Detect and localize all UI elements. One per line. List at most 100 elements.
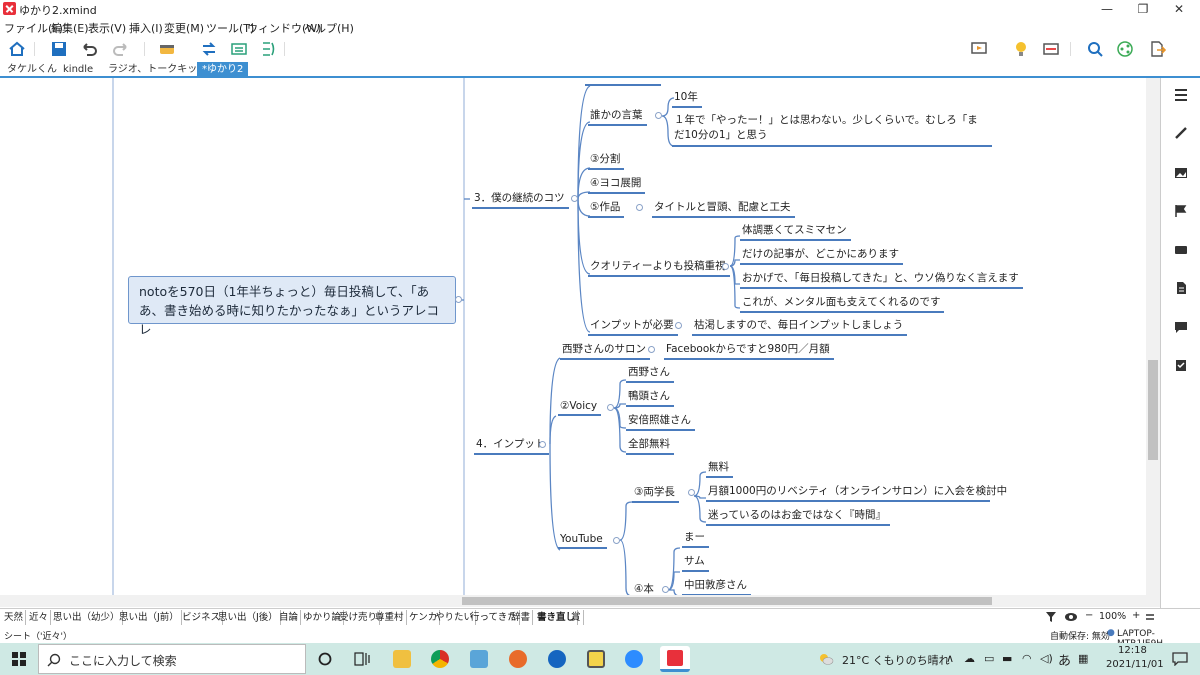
save-icon[interactable]	[50, 40, 68, 58]
topic-ryogaku-child[interactable]: 迷っているのはお金ではなく『時間』	[706, 507, 890, 526]
comment-icon[interactable]	[1174, 320, 1188, 334]
topic-input-need-detail[interactable]: 枯渇しますので、毎日インプットしましょう	[692, 317, 908, 336]
weather-icon[interactable]	[818, 652, 834, 666]
topic-bunkatsu[interactable]: ③分割	[588, 151, 625, 170]
topic-10nen[interactable]: 10年	[672, 89, 702, 108]
menu-help[interactable]: ヘルプ(H)	[304, 20, 354, 36]
collapse-toggle[interactable]	[607, 404, 614, 411]
topic-nishino[interactable]: 西野さんのサロン	[560, 341, 650, 360]
topic-hon-child[interactable]: まー	[682, 529, 709, 548]
menu-view[interactable]: 表示(V)	[88, 20, 126, 36]
cortana-icon[interactable]	[318, 652, 332, 666]
topic-branch4[interactable]: 4．インプット	[474, 436, 550, 455]
topic-ryogaku-child[interactable]: 無料	[706, 459, 733, 478]
label-icon[interactable]	[1174, 243, 1188, 257]
collapse-toggle[interactable]	[571, 195, 578, 202]
mindmap-canvas[interactable]: notoを570日（1年半ちょっと）毎日投稿して、「ああ、書き始める時に知りたか…	[0, 78, 1160, 608]
sheet-tab[interactable]: 思い出（幼少）	[51, 610, 123, 625]
topic-voicy[interactable]: ②Voicy	[558, 400, 602, 416]
file-explorer-icon[interactable]	[393, 650, 411, 668]
sheet-tab[interactable]: 天然	[2, 610, 27, 625]
topic-hon-child[interactable]: サム	[682, 553, 709, 572]
menu-insert[interactable]: 挿入(I)	[129, 20, 163, 36]
sheet-tab[interactable]: 思い出（J前）	[117, 610, 182, 625]
collapse-toggle[interactable]	[688, 489, 695, 496]
clock-date[interactable]: 2021/11/01	[1106, 659, 1164, 670]
summary-icon[interactable]	[260, 40, 278, 58]
topic-nishino-detail[interactable]: Facebookからですと980円／月額	[664, 341, 834, 360]
close-tab-icon[interactable]: ✕	[250, 64, 258, 75]
topic-voicy-child[interactable]: 安倍照雄さん	[626, 412, 695, 431]
topic-quality-child[interactable]: おかげで、「毎日投稿してきた」と、ウソ偽りなく言えます	[740, 270, 1023, 289]
topic-voicy-child[interactable]: 西野さん	[626, 364, 674, 383]
battery-icon[interactable]: ▬	[1002, 652, 1012, 665]
tray-chevron-icon[interactable]: ∧	[946, 652, 954, 665]
device-tray-icon[interactable]: ▭	[984, 652, 994, 665]
format-list-icon[interactable]	[1174, 88, 1188, 102]
presentation-icon[interactable]	[970, 40, 988, 58]
doc-tab[interactable]: kindle	[58, 62, 98, 78]
taskbar-search-box[interactable]: ここに入力して検索	[38, 644, 306, 674]
close-window-button[interactable]: ✕	[1156, 0, 1200, 18]
horizontal-scroll-thumb[interactable]	[462, 597, 992, 605]
topic-style-icon[interactable]	[158, 40, 176, 58]
collapse-toggle[interactable]	[648, 346, 655, 353]
filter-icon[interactable]	[1046, 612, 1056, 622]
vertical-scroll-thumb[interactable]	[1148, 360, 1158, 460]
sticky-notes-icon[interactable]	[587, 650, 605, 668]
collapse-toggle[interactable]	[655, 112, 662, 119]
app-icon[interactable]	[470, 650, 488, 668]
zoom-out-button[interactable]: −	[1085, 610, 1093, 621]
collapse-toggle[interactable]	[662, 586, 669, 593]
collapse-toggle[interactable]	[539, 441, 546, 448]
topic-ryogaku[interactable]: ③両学長	[632, 484, 679, 503]
topic-voicy-child[interactable]: 全部無料	[626, 436, 674, 455]
boundary-icon[interactable]	[230, 40, 248, 58]
menu-edit[interactable]: 編集(E)	[51, 20, 89, 36]
vertical-scrollbar[interactable]	[1146, 78, 1160, 595]
search-icon[interactable]	[1086, 40, 1104, 58]
doc-tab[interactable]: タケルくん	[2, 62, 62, 78]
topic-quality-child[interactable]: 体調悪くてスミマセン	[740, 222, 851, 241]
clock-time[interactable]: 12:18	[1118, 645, 1147, 656]
ime-indicator[interactable]: あ	[1058, 650, 1071, 669]
sheet-tab[interactable]: 尊重村	[373, 610, 407, 625]
zoom-app-icon[interactable]	[625, 650, 643, 668]
collapse-toggle[interactable]	[675, 322, 682, 329]
flag-icon[interactable]	[1174, 204, 1188, 218]
weather-text[interactable]: 21°C くもりのち晴れ	[842, 652, 950, 668]
topic-quality[interactable]: クオリティーよりも投稿重視	[588, 258, 730, 277]
chrome-icon[interactable]	[431, 650, 449, 668]
volume-icon[interactable]: ◁)	[1040, 652, 1053, 665]
relationship-icon[interactable]	[200, 40, 218, 58]
sheet-tab[interactable]: 近々	[27, 610, 52, 625]
collapse-toggle[interactable]	[636, 204, 643, 211]
sheet-tab[interactable]: 自論	[277, 610, 302, 625]
windows-start-icon[interactable]	[12, 652, 26, 666]
share-icon[interactable]	[1116, 40, 1134, 58]
doc-tab-active[interactable]: *ゆかり2 ✕	[197, 62, 258, 78]
topic-hon-child[interactable]: 中田敦彦さん	[682, 577, 751, 596]
undo-icon[interactable]	[80, 40, 98, 58]
topic-input-need[interactable]: インプットが必要	[588, 317, 678, 336]
sheet-tab[interactable]: 思い出（J後）	[216, 610, 281, 625]
keyboard-icon[interactable]: ▦	[1078, 652, 1088, 665]
sheet-tab[interactable]: 賞	[569, 610, 584, 625]
topic-quote[interactable]: １年で「やったー！」とは思わない。少しくらいで。むしろ「まだ10分の1」と思う	[672, 113, 992, 147]
topic-yoko[interactable]: ④ヨコ展開	[588, 175, 646, 194]
home-icon[interactable]	[8, 40, 26, 58]
notes-icon[interactable]	[1174, 281, 1188, 295]
collapse-toggle[interactable]	[455, 296, 462, 303]
topic-sakuhin-detail[interactable]: タイトルと冒頭、配慮と工夫	[652, 199, 795, 218]
sheet-tab[interactable]: 辞書	[509, 610, 534, 625]
topic-quality-child[interactable]: だけの記事が、どこかにあります	[740, 246, 903, 265]
menu-modify[interactable]: 変更(M)	[164, 20, 204, 36]
eye-icon[interactable]	[1065, 612, 1077, 622]
central-topic[interactable]: notoを570日（1年半ちょっと）毎日投稿して、「ああ、書き始める時に知りたか…	[128, 276, 456, 337]
fit-map-icon[interactable]	[1145, 612, 1155, 622]
topic-youtube[interactable]: YouTube	[558, 533, 607, 549]
onedrive-icon[interactable]: ☁	[964, 652, 975, 665]
zoom-in-button[interactable]: +	[1132, 610, 1140, 621]
collapse-toggle[interactable]	[722, 263, 729, 270]
outline-icon[interactable]	[1042, 40, 1060, 58]
